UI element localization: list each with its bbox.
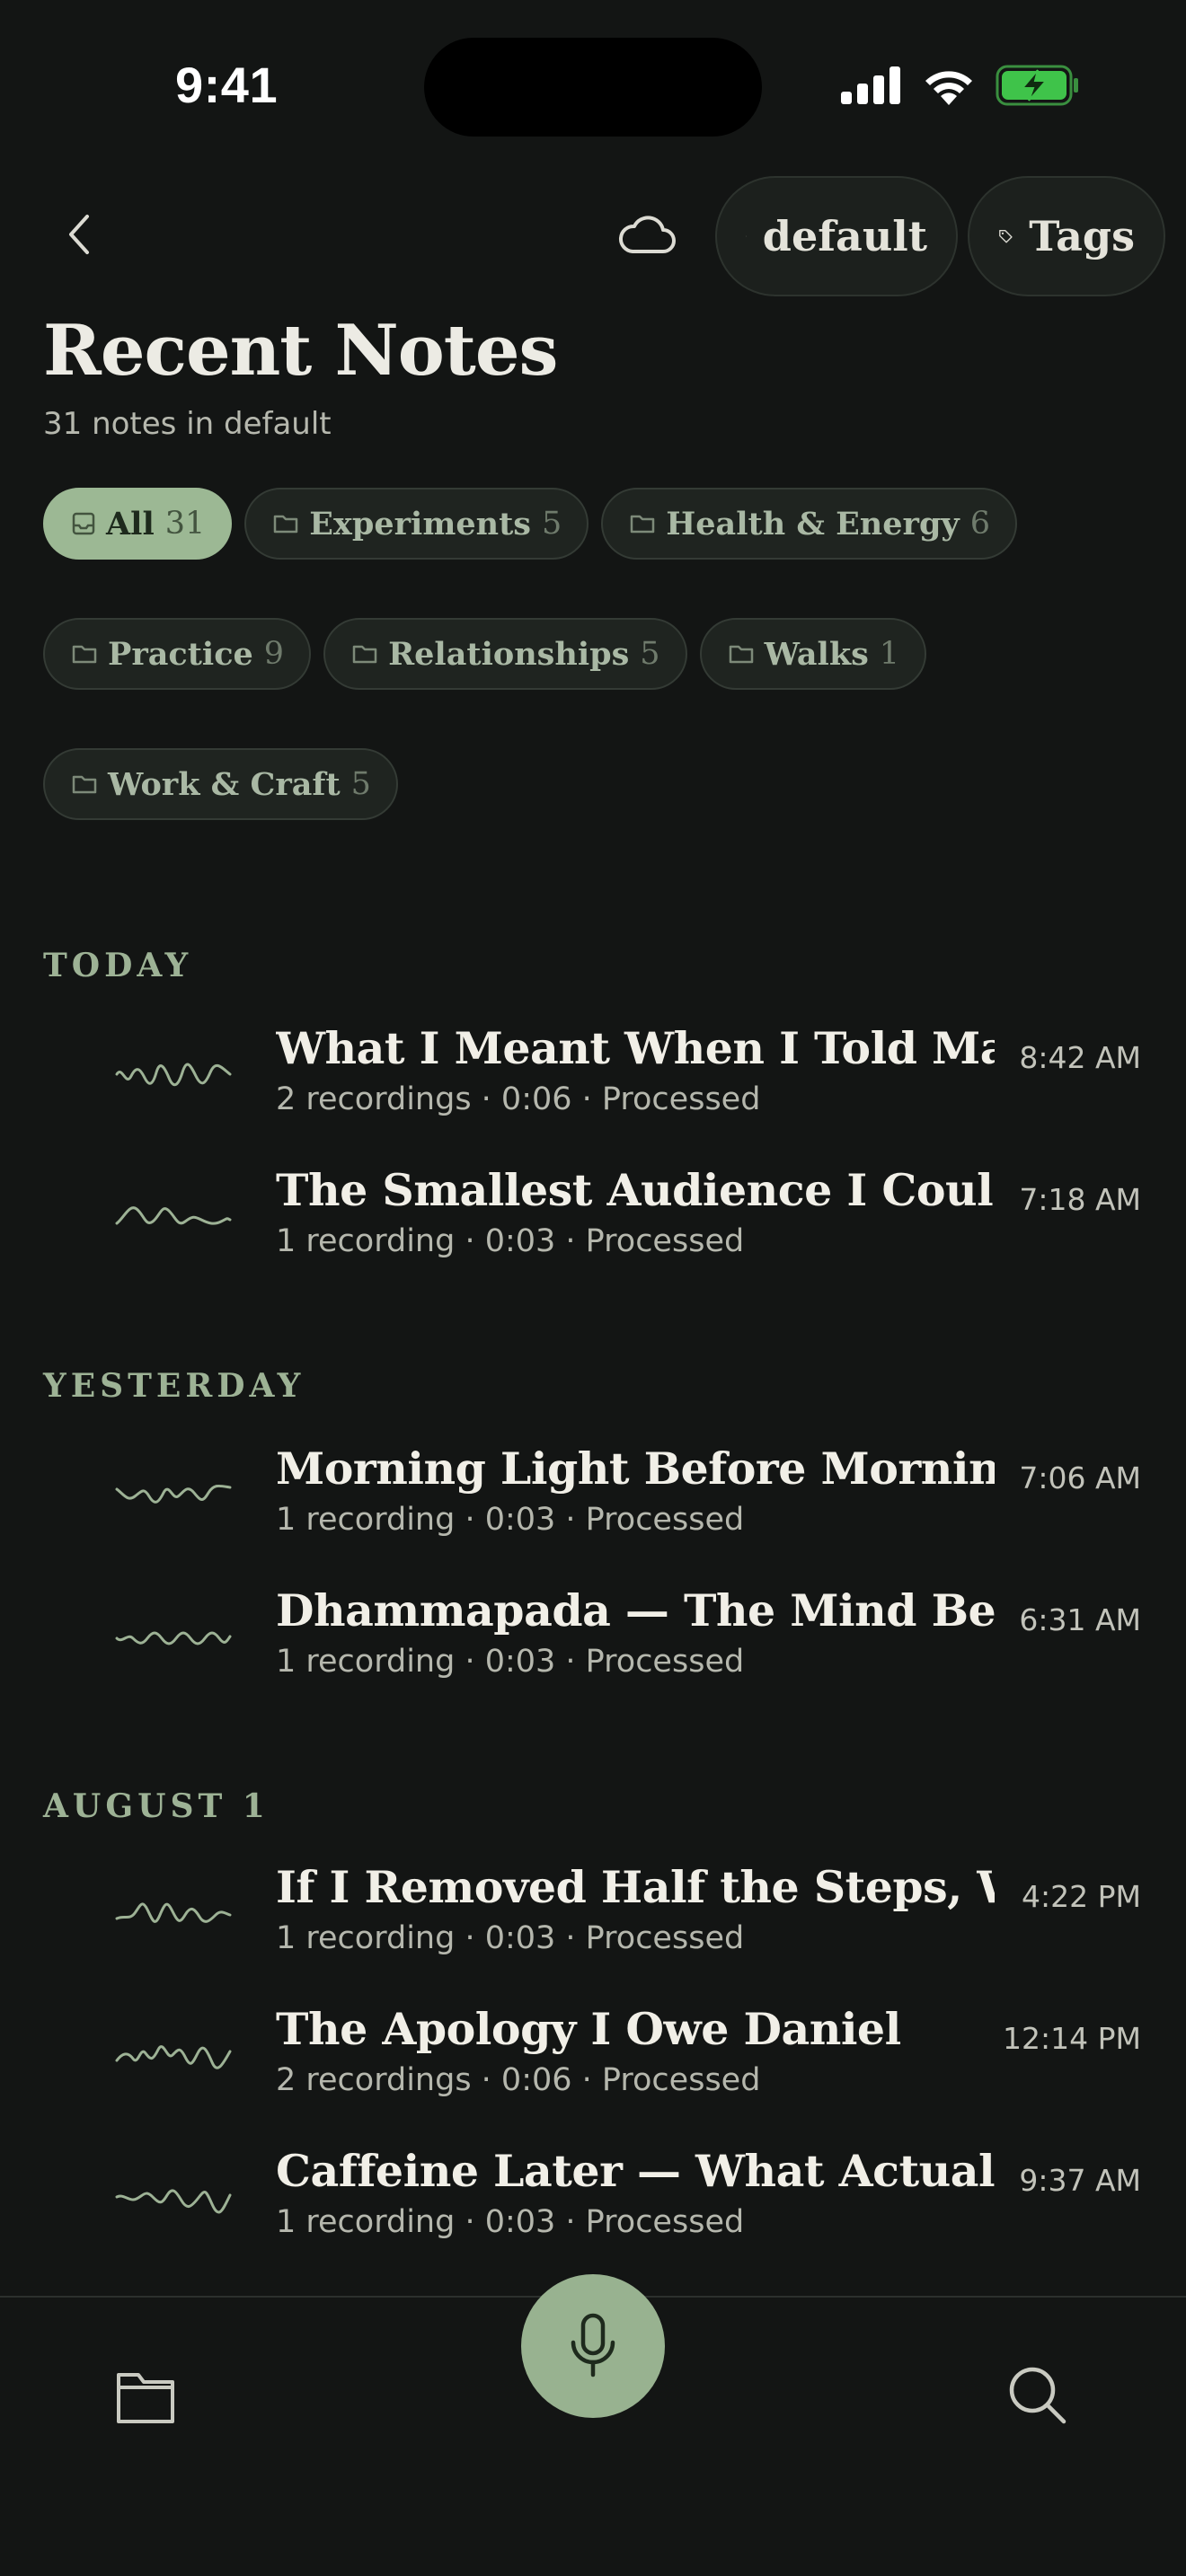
waveform-icon — [115, 1902, 232, 1923]
note-title: Caffeine Later — What Actuall... — [276, 2145, 995, 2197]
folder-icon — [274, 515, 298, 534]
chip-count: 31 — [164, 506, 206, 542]
note-title: What I Meant When I Told Ma... — [276, 1022, 995, 1074]
notebook-selector-button[interactable]: default — [715, 176, 958, 296]
page-title: Recent Notes — [43, 310, 558, 392]
status-time: 9:41 — [175, 57, 279, 113]
note-time: 12:14 PM — [1003, 2021, 1141, 2056]
record-button[interactable] — [521, 2274, 665, 2418]
note-row[interactable]: The Smallest Audience I Coul... 1 record… — [0, 1164, 1186, 1290]
note-meta: 1 recording · 0:03 · Processed — [276, 2204, 745, 2240]
chip-label: Work & Craft — [108, 765, 341, 803]
chip-health-energy[interactable]: Health & Energy 6 — [601, 488, 1018, 560]
note-meta: 1 recording · 0:03 · Processed — [276, 1920, 745, 1956]
note-meta: 1 recording · 0:03 · Processed — [276, 1502, 745, 1538]
tags-label: Tags — [1029, 212, 1135, 260]
cloud-sync-button[interactable] — [611, 203, 683, 266]
waveform-icon — [115, 2189, 232, 2214]
note-meta: 2 recordings · 0:06 · Processed — [276, 1081, 761, 1117]
note-row[interactable]: If I Removed Half the Steps, W... 1 reco… — [0, 1861, 1186, 1987]
chip-count: 1 — [879, 636, 900, 672]
waveform-icon — [115, 2045, 232, 2069]
folders-button[interactable] — [115, 2369, 178, 2427]
note-row[interactable]: The Apology I Owe Daniel 2 recordings · … — [0, 2003, 1186, 2129]
back-button[interactable] — [54, 203, 104, 266]
inbox-icon — [72, 512, 95, 535]
chip-label: Experiments — [309, 505, 531, 543]
note-meta: 2 recordings · 0:06 · Processed — [276, 2062, 761, 2098]
chip-count: 5 — [350, 766, 371, 802]
chip-all[interactable]: All 31 — [43, 488, 233, 560]
note-row[interactable]: What I Meant When I Told Ma... 2 recordi… — [0, 1022, 1186, 1148]
wifi-icon — [925, 71, 972, 105]
note-row[interactable]: Dhammapada — The Mind Bef... 1 recording… — [0, 1584, 1186, 1710]
section-label-today: TODAY — [43, 947, 193, 984]
note-meta: 1 recording · 0:03 · Processed — [276, 1644, 745, 1680]
note-time: 9:37 AM — [1019, 2163, 1141, 2198]
note-meta: 1 recording · 0:03 · Processed — [276, 1223, 745, 1259]
waveform-icon — [115, 1631, 232, 1645]
folder-icon — [729, 645, 753, 664]
search-icon — [1009, 2367, 1067, 2424]
chip-count: 6 — [969, 506, 991, 542]
chip-walks[interactable]: Walks 1 — [699, 618, 927, 690]
note-time: 4:22 PM — [1022, 1879, 1141, 1914]
note-time: 7:06 AM — [1019, 1460, 1141, 1495]
search-button[interactable] — [1006, 2364, 1069, 2427]
folder-icon — [72, 775, 97, 794]
note-title: The Smallest Audience I Coul... — [276, 1164, 995, 1216]
cloud-icon — [618, 216, 676, 253]
note-time: 6:31 AM — [1019, 1602, 1141, 1637]
chip-relationships[interactable]: Relationships 5 — [323, 618, 687, 690]
chip-experiments[interactable]: Experiments 5 — [244, 488, 589, 560]
top-navigation: default Tags — [0, 176, 1186, 296]
chip-work-craft[interactable]: Work & Craft 5 — [43, 748, 398, 820]
chip-label: Walks — [764, 635, 869, 673]
note-time: 7:18 AM — [1019, 1182, 1141, 1217]
note-title: If I Removed Half the Steps, W... — [276, 1861, 995, 1913]
dynamic-island — [424, 38, 762, 137]
folder-icon — [352, 645, 377, 664]
note-row[interactable]: Caffeine Later — What Actuall... 1 recor… — [0, 2145, 1186, 2271]
folder-filter-chips: All 31 Experiments 5 Health & Energy 6 P… — [43, 488, 1157, 820]
chip-count: 5 — [541, 506, 562, 542]
status-bar: 9:41 — [0, 0, 1186, 171]
note-time: 8:42 AM — [1019, 1040, 1141, 1075]
tag-icon — [999, 229, 1013, 243]
waveform-icon — [115, 1063, 232, 1087]
folder-icon — [72, 645, 97, 664]
chip-practice[interactable]: Practice 9 — [43, 618, 312, 690]
folder-icon — [117, 2373, 174, 2423]
chip-label: Practice — [108, 635, 253, 673]
chip-label: Relationships — [388, 635, 630, 673]
chip-label: Health & Energy — [666, 505, 960, 543]
battery-charging-icon — [996, 65, 1078, 106]
note-title: Dhammapada — The Mind Bef... — [276, 1584, 995, 1636]
section-label-august-1: AUGUST 1 — [43, 1787, 270, 1825]
status-icons — [841, 65, 1080, 106]
note-title: Morning Light Before Mornin... — [276, 1442, 995, 1495]
chip-count: 5 — [640, 636, 660, 672]
chevron-left-icon — [69, 215, 89, 254]
tags-button[interactable]: Tags — [968, 176, 1165, 296]
microphone-icon — [571, 2313, 615, 2378]
note-title: The Apology I Owe Daniel — [276, 2003, 901, 2055]
note-row[interactable]: Morning Light Before Mornin... 1 recordi… — [0, 1442, 1186, 1568]
page-subtitle: 31 notes in default — [43, 406, 332, 442]
chip-count: 9 — [263, 636, 285, 672]
chip-label: All — [106, 505, 155, 543]
folder-icon — [630, 515, 655, 534]
signal-icon — [841, 66, 900, 104]
waveform-icon — [115, 1206, 232, 1225]
waveform-icon — [115, 1484, 232, 1504]
notebook-label: default — [762, 212, 927, 260]
section-label-yesterday: YESTERDAY — [43, 1367, 305, 1405]
inbox-icon — [746, 235, 747, 237]
